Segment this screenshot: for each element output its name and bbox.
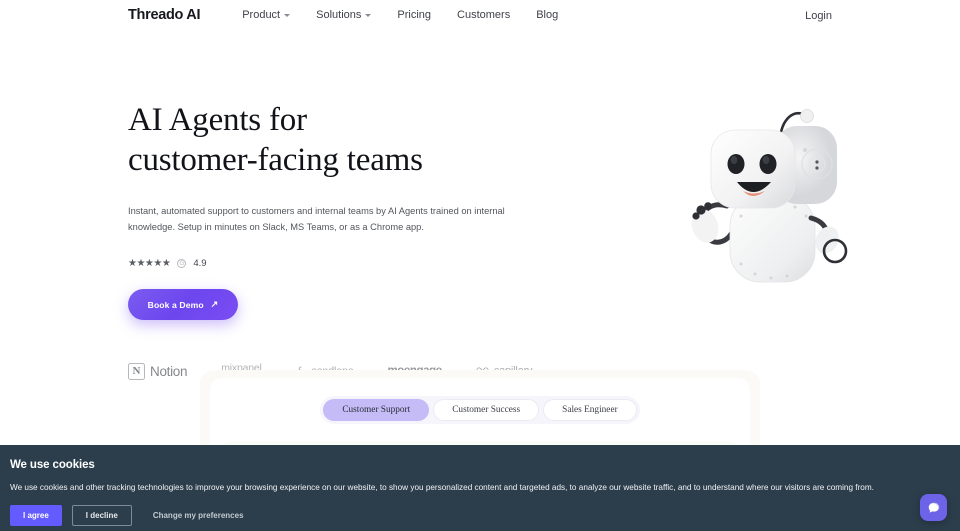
robot-mascot-illustration	[675, 88, 865, 288]
top-navigation-bar: Threado AI Product Solutions Pricing Cus…	[0, 0, 960, 30]
nav-links: Product Solutions Pricing Customers Blog	[242, 9, 558, 21]
chevron-down-icon	[284, 14, 291, 17]
i-agree-button[interactable]: I agree	[10, 505, 62, 527]
headline-line-2: customer-facing teams	[128, 142, 423, 179]
rating-value: 4.9	[193, 258, 207, 270]
star-rating-icon: ★★★★★	[128, 258, 171, 270]
brand-logo[interactable]: Threado AI	[128, 7, 201, 23]
i-decline-button[interactable]: I decline	[71, 505, 132, 527]
cta-label: Book a Demo	[147, 299, 204, 310]
g2-icon: G	[177, 259, 187, 269]
change-preferences-button[interactable]: Change my preferences	[153, 511, 244, 520]
nav-item-pricing[interactable]: Pricing	[397, 9, 431, 21]
nav-item-label: Solutions	[316, 9, 362, 21]
cookie-banner-text: We use cookies and other tracking techno…	[10, 483, 874, 492]
robot-mascot-icon	[691, 109, 848, 283]
book-a-demo-button[interactable]: Book a Demo ↗	[128, 289, 238, 321]
cookie-consent-banner: We use cookies We use cookies and other …	[0, 445, 960, 531]
chevron-down-icon	[365, 14, 372, 17]
persona-tab-group: Customer Support Customer Success Sales …	[320, 396, 640, 424]
page-title: AI Agents for customer-facing teams	[128, 100, 548, 181]
tab-customer-success[interactable]: Customer Success	[433, 399, 540, 421]
nav-right-group: Login	[805, 6, 832, 24]
cookie-banner-title: We use cookies	[10, 459, 95, 471]
rating-group: ★★★★★ G 4.9	[128, 258, 548, 269]
arrow-up-right-icon: ↗	[210, 299, 219, 310]
hero-subcopy: Instant, automated support to customers …	[128, 205, 505, 232]
chat-widget-button[interactable]	[920, 494, 947, 521]
nav-item-blog[interactable]: Blog	[536, 9, 558, 21]
cookie-banner-actions: I agree I decline Change my preferences	[10, 505, 950, 527]
nav-item-label: Product	[242, 9, 281, 21]
nav-item-solutions[interactable]: Solutions	[316, 9, 372, 21]
nav-item-product[interactable]: Product	[242, 9, 291, 21]
login-button[interactable]: Login	[805, 10, 832, 22]
tab-sales-engineer[interactable]: Sales Engineer	[543, 399, 637, 421]
headline-line-1: AI Agents for	[128, 102, 307, 138]
nav-item-customers[interactable]: Customers	[457, 9, 510, 21]
chat-bubble-icon	[928, 502, 940, 513]
hero-content: AI Agents for customer-facing teams Inst…	[128, 85, 548, 381]
tab-customer-support[interactable]: Customer Support	[323, 399, 430, 421]
